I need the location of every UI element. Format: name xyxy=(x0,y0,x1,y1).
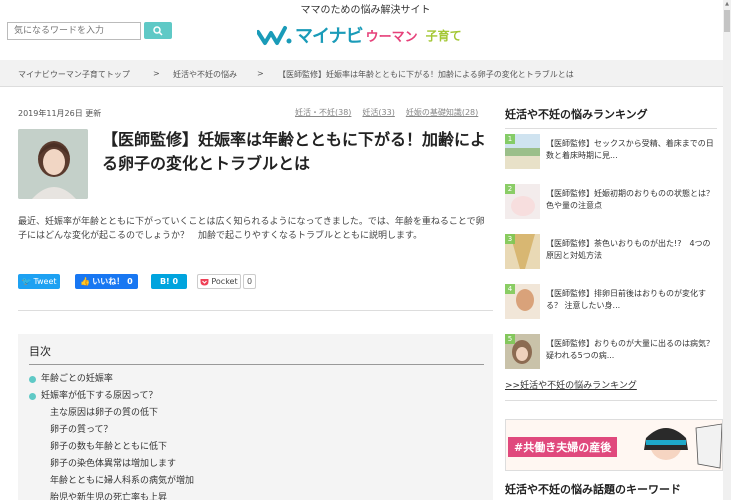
toc-subitem[interactable]: 卵子の質って？ xyxy=(29,422,482,439)
thumbs-up-icon: 👍 xyxy=(80,277,91,286)
toc-item-label: 年齢とともに婦人科系の病気が増加 xyxy=(50,476,195,486)
author-photo-image xyxy=(18,129,88,199)
search-input[interactable] xyxy=(7,22,141,40)
breadcrumb-separator: > xyxy=(257,69,264,78)
hatena-bookmark-button[interactable]: B! 0 xyxy=(151,274,187,289)
divider xyxy=(505,400,717,401)
scroll-up-arrow-icon[interactable]: ▲ xyxy=(724,1,730,7)
ranking-item[interactable]: 1 【医師監修】セックスから受精、着床までの日数と着床時期に見... xyxy=(505,134,717,184)
ranking-item-text: 【医師監修】排卵日前後はおりものが変化する？ 注意したい身... xyxy=(546,289,706,310)
ranking-item-text: 【医師監修】妊娠初期のおりものの状態とは？色や量の注意点 xyxy=(546,189,714,210)
tweet-label: Tweet xyxy=(33,277,57,286)
ranking-item[interactable]: 3 【医師監修】茶色いおりものが出た!? 4つの原因と対処方法 xyxy=(505,234,717,284)
ranking-item[interactable]: 4 【医師監修】排卵日前後はおりものが変化する？ 注意したい身... xyxy=(505,284,717,334)
share-buttons: 🐦 Tweet 👍 いいね！ 0 B! 0 Pocket 0 xyxy=(18,274,256,289)
toc-item-label: 卵子の数も年齢とともに低下 xyxy=(50,442,168,452)
like-label: いいね！ 0 xyxy=(92,277,133,286)
breadcrumb-separator: > xyxy=(153,69,160,78)
toc-subitem[interactable]: 卵子の染色体異常は増加します xyxy=(29,456,482,473)
author-photo xyxy=(18,129,88,199)
toc-subitem[interactable]: 卵子の数も年齢とともに低下 xyxy=(29,439,482,456)
ranking-item-text: 【医師監修】セックスから受精、着床までの日数と着床時期に見... xyxy=(546,139,714,160)
logo-main-text: マイナビ xyxy=(295,26,364,47)
site-logo[interactable]: マイナビ ウーマン 子育て xyxy=(257,22,462,48)
table-of-contents: 目次 年齢ごとの妊娠率 妊娠率が低下する原因って？ 主な原因は卵子の質の低下 卵… xyxy=(18,334,493,500)
toc-item-label: 卵子の染色体異常は増加します xyxy=(50,459,177,469)
tweet-button[interactable]: 🐦 Tweet xyxy=(18,274,60,289)
logo-woman-text: ウーマン xyxy=(365,29,418,45)
ranking-heading: 妊活や不妊の悩みランキング xyxy=(505,106,717,129)
ranking-thumbnail: 4 xyxy=(505,284,540,319)
search-button[interactable] xyxy=(144,22,172,39)
toc-item-label: 妊娠率が低下する原因って？ xyxy=(41,391,158,401)
divider xyxy=(18,310,493,311)
ranking-thumbnail: 1 xyxy=(505,134,540,169)
breadcrumb-category-link[interactable]: 妊活や不妊の悩み xyxy=(173,69,237,80)
tag-link[interactable]: 妊活(33) xyxy=(362,107,394,118)
search-icon xyxy=(153,25,163,36)
toc-subitem[interactable]: 主な原因は卵子の質の低下 xyxy=(29,405,482,422)
toc-item-label: 主な原因は卵子の質の低下 xyxy=(50,408,159,418)
ranking-item[interactable]: 5 【医師監修】おりものが大量に出るのは病気？疑われる5つの病... xyxy=(505,334,717,384)
toc-item-label: 年齢ごとの妊娠率 xyxy=(41,374,113,384)
ranking-more-link[interactable]: >>妊活や不妊の悩みランキング xyxy=(505,378,637,391)
logo-mark-icon xyxy=(257,26,292,45)
twitter-bird-icon: 🐦 xyxy=(21,277,32,286)
facebook-like-button[interactable]: 👍 いいね！ 0 xyxy=(75,274,138,289)
pocket-count: 0 xyxy=(243,274,256,289)
article-date: 2019年11月26日 更新 xyxy=(18,109,102,118)
breadcrumb: マイナビウーマン子育てトップ > 妊活や不妊の悩み > 【医師監修】妊娠率は年齢… xyxy=(0,60,723,87)
banner-label: #共働き夫婦の産後 xyxy=(508,437,618,457)
keyword-heading: 妊活や不妊の悩み話題のキーワード xyxy=(505,483,681,496)
pocket-button[interactable]: Pocket xyxy=(197,274,241,289)
ranking-thumbnail: 5 xyxy=(505,334,540,369)
scroll-thumb[interactable] xyxy=(724,10,730,32)
rank-number: 4 xyxy=(505,284,515,294)
tag-link[interactable]: 妊活・不妊(38) xyxy=(295,107,351,118)
toc-item[interactable]: 年齢ごとの妊娠率 xyxy=(29,371,482,388)
bullet-dot-icon xyxy=(29,376,36,383)
article-title: 【医師監修】妊娠率は年齢とともに下がる！加齢による卵子の変化とトラブルとは xyxy=(102,130,487,173)
article-lead: 最近、妊娠率が年齢とともに下がっていくことは広く知られるようになってきました。で… xyxy=(18,217,485,241)
rank-number: 2 xyxy=(505,184,515,194)
ranking-thumbnail: 3 xyxy=(505,234,540,269)
ranking-thumbnail: 2 xyxy=(505,184,540,219)
page-scrollbar[interactable]: ▲ xyxy=(723,0,731,500)
search-bar xyxy=(7,22,172,40)
toc-item[interactable]: 妊娠率が低下する原因って？ xyxy=(29,388,482,405)
toc-title: 目次 xyxy=(29,343,484,365)
ranking-item-text: 【医師監修】茶色いおりものが出た!? 4つの原因と対処方法 xyxy=(546,239,711,260)
pocket-icon xyxy=(200,278,209,285)
ranking-list: 1 【医師監修】セックスから受精、着床までの日数と着床時期に見... 2 【医師… xyxy=(505,134,717,384)
bullet-dot-icon xyxy=(29,393,36,400)
tag-link[interactable]: 妊娠の基礎知識(28) xyxy=(406,107,478,118)
rank-number: 5 xyxy=(505,334,515,344)
pocket-label: Pocket xyxy=(211,277,238,286)
promo-banner[interactable]: #共働き夫婦の産後 xyxy=(505,419,723,471)
toc-item-label: 卵子の質って？ xyxy=(50,425,113,435)
logo-kosodate-text: 子育て xyxy=(425,28,462,43)
toc-list: 年齢ごとの妊娠率 妊娠率が低下する原因って？ 主な原因は卵子の質の低下 卵子の質… xyxy=(29,371,482,500)
article-tags: 妊活・不妊(38) 妊活(33) 妊娠の基礎知識(28) xyxy=(295,107,478,118)
site-tagline: ママのための悩み解決サイト xyxy=(300,5,431,16)
toc-subitem[interactable]: 年齢とともに婦人科系の病気が増加 xyxy=(29,473,482,490)
hatena-label: B! 0 xyxy=(159,277,179,286)
rank-number: 3 xyxy=(505,234,515,244)
breadcrumb-current: 【医師監修】妊娠率は年齢とともに下がる！加齢による卵子の変化とトラブルとは xyxy=(278,70,574,79)
ranking-item[interactable]: 2 【医師監修】妊娠初期のおりものの状態とは？色や量の注意点 xyxy=(505,184,717,234)
toc-subitem[interactable]: 胎児や新生児の死亡率も上昇 xyxy=(29,490,482,500)
toc-item-label: 胎児や新生児の死亡率も上昇 xyxy=(50,493,168,500)
breadcrumb-home-link[interactable]: マイナビウーマン子育てトップ xyxy=(18,69,130,80)
rank-number: 1 xyxy=(505,134,515,144)
